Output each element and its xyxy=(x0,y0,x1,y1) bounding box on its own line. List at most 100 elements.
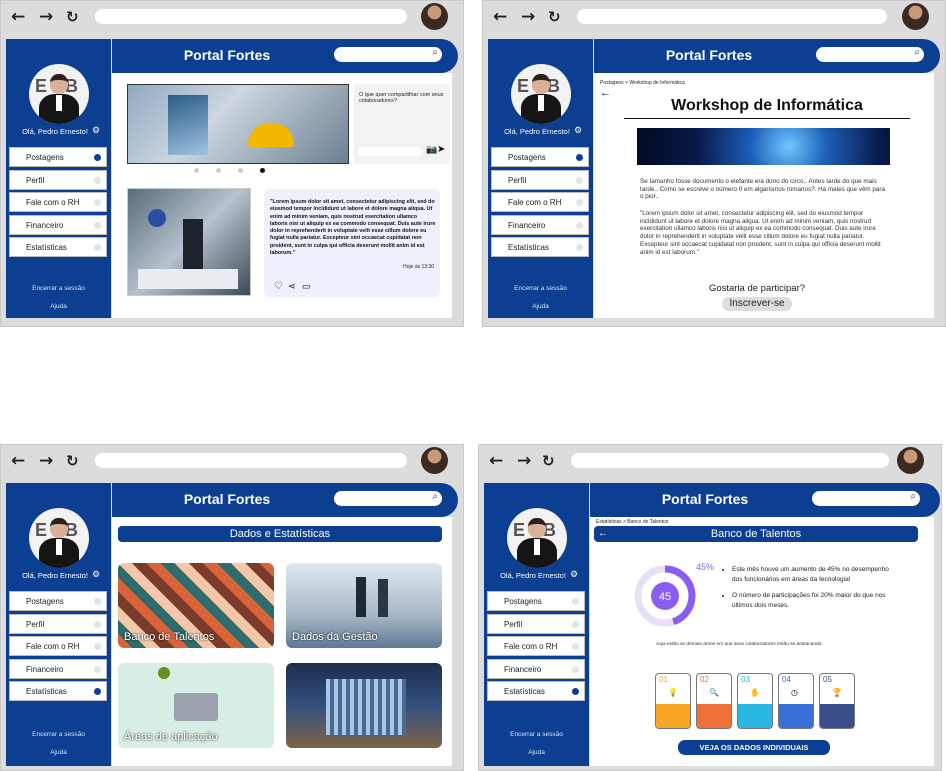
gear-icon[interactable]: ⚙ xyxy=(92,125,100,136)
sidebar-item-postagens[interactable]: Postagens xyxy=(9,147,107,167)
person-shape xyxy=(356,577,366,617)
logout-link[interactable]: Encerrar a sessão xyxy=(6,285,111,292)
carousel-dot[interactable] xyxy=(238,168,243,173)
search-icon[interactable]: ⌕ xyxy=(432,47,438,58)
search-input[interactable]: ⌕ xyxy=(334,491,442,506)
address-bar[interactable] xyxy=(577,9,887,24)
sidebar-item-perfil[interactable]: Perfil xyxy=(9,613,107,634)
address-bar[interactable] xyxy=(95,453,407,468)
sidebar-item-rh[interactable]: Fale com o RH xyxy=(487,636,585,656)
sidebar-item-financeiro[interactable]: Financeiro xyxy=(9,214,107,235)
sidebar-item-label: Estatísticas xyxy=(508,243,549,252)
sidebar-item-rh[interactable]: Fale com o RH xyxy=(491,192,589,212)
sidebar-item-estatisticas[interactable]: Estatísticas xyxy=(9,681,107,701)
back-arrow-icon[interactable]: ← xyxy=(11,8,25,26)
search-input[interactable]: ⌕ xyxy=(812,491,920,506)
individual-data-button[interactable]: VEJA OS DADOS INDIVIDUAIS xyxy=(678,740,830,755)
areas-steps: 01 💡 02 🔍 03 ✋ 04 ◷ 05 🏆 xyxy=(655,673,855,729)
carousel-dot[interactable] xyxy=(216,168,221,173)
back-arrow-icon[interactable]: ← xyxy=(598,526,608,542)
sidebar-item-perfil[interactable]: Perfil xyxy=(491,169,589,190)
back-arrow-icon[interactable]: ← xyxy=(489,452,503,470)
user-avatar-icon[interactable] xyxy=(897,447,924,474)
sidebar-item-rh[interactable]: Fale com o RH xyxy=(9,636,107,656)
donut-value: 45 xyxy=(659,591,671,603)
subscribe-button[interactable]: Inscrever-se xyxy=(722,297,792,311)
search-icon[interactable]: ⌕ xyxy=(432,491,438,502)
plant-shape xyxy=(158,667,170,679)
back-arrow-icon[interactable]: ← xyxy=(11,452,25,470)
heart-icon[interactable]: ♡ xyxy=(274,281,283,292)
compose-input[interactable] xyxy=(358,147,422,156)
gear-icon[interactable]: ⚙ xyxy=(574,125,582,136)
sidebar-item-postagens[interactable]: Postagens xyxy=(487,591,585,611)
sidebar-item-financeiro[interactable]: Financeiro xyxy=(487,658,585,679)
user-avatar-icon[interactable] xyxy=(902,3,929,30)
sidebar-item-perfil[interactable]: Perfil xyxy=(487,613,585,634)
forward-arrow-icon[interactable]: → xyxy=(39,8,53,26)
sidebar-item-perfil[interactable]: Perfil xyxy=(9,169,107,190)
reload-icon[interactable]: ↻ xyxy=(548,8,561,26)
step-card[interactable]: 03 ✋ xyxy=(737,673,773,729)
search-input[interactable]: ⌕ xyxy=(816,47,924,62)
forward-arrow-icon[interactable]: → xyxy=(39,452,53,470)
card-building[interactable] xyxy=(286,663,442,748)
sidebar-item-financeiro[interactable]: Financeiro xyxy=(9,658,107,679)
step-card[interactable]: 04 ◷ xyxy=(778,673,814,729)
logout-link[interactable]: Encerrar a sessão xyxy=(6,731,111,738)
carousel-dot-active[interactable] xyxy=(260,168,265,173)
camera-icon[interactable]: 📷 xyxy=(426,144,437,155)
sidebar-item-estatisticas[interactable]: Estatísticas xyxy=(487,681,585,701)
sidebar-item-financeiro[interactable]: Financeiro xyxy=(491,214,589,235)
help-link[interactable]: Ajuda xyxy=(6,749,111,756)
sidebar-item-rh[interactable]: Fale com o RH xyxy=(9,192,107,212)
share-icon[interactable]: ⋖ xyxy=(288,281,296,292)
sidebar-item-label: Financeiro xyxy=(26,664,64,674)
send-icon[interactable]: ➤ xyxy=(437,144,445,155)
search-icon[interactable]: ⌕ xyxy=(910,491,916,502)
breadcrumb[interactable]: Estatísticas > Banco de Talentos xyxy=(596,519,668,525)
card-dados-gestao[interactable]: Dados da Gestão xyxy=(286,563,442,648)
step-card[interactable]: 05 🏆 xyxy=(819,673,855,729)
sidebar: EBE Olá, Pedro Ernesto! ⚙ Postagens Perf… xyxy=(6,39,111,318)
indicator-dot xyxy=(576,244,583,251)
top-header: Portal Fortes ⌕ xyxy=(112,483,458,517)
logout-link[interactable]: Encerrar a sessão xyxy=(484,731,589,738)
compose-box[interactable]: O que quer compartilhar com seus colabor… xyxy=(354,84,450,164)
carousel-dot[interactable] xyxy=(194,168,199,173)
post-detail: Postagens > Workshop de Informática ← Wo… xyxy=(594,73,934,318)
comment-icon[interactable]: ▭ xyxy=(302,281,311,292)
help-link[interactable]: Ajuda xyxy=(6,303,111,310)
address-bar[interactable] xyxy=(95,9,407,24)
breadcrumb[interactable]: Postagens > Workshop de Informática xyxy=(600,80,685,86)
address-bar[interactable] xyxy=(571,453,889,468)
search-input[interactable]: ⌕ xyxy=(334,47,442,62)
user-avatar-icon[interactable] xyxy=(421,447,448,474)
step-card[interactable]: 02 🔍 xyxy=(696,673,732,729)
sidebar-item-label: Perfil xyxy=(504,619,523,629)
help-link[interactable]: Ajuda xyxy=(484,749,589,756)
bulb-icon: 💡 xyxy=(668,688,678,697)
back-arrow-icon[interactable]: ← xyxy=(493,8,507,26)
step-card[interactable]: 01 💡 xyxy=(655,673,691,729)
reload-icon[interactable]: ↻ xyxy=(542,452,555,470)
gear-icon[interactable]: ⚙ xyxy=(570,569,578,580)
card-areas-aplicacao[interactable]: Áreas de aplicação xyxy=(118,663,274,748)
reload-icon[interactable]: ↻ xyxy=(66,8,79,26)
forward-arrow-icon[interactable]: → xyxy=(521,8,535,26)
user-avatar-icon[interactable] xyxy=(421,3,448,30)
building-shape xyxy=(168,95,208,155)
forward-arrow-icon[interactable]: → xyxy=(517,452,531,470)
logout-link[interactable]: Encerrar a sessão xyxy=(488,285,593,292)
search-icon[interactable]: ⌕ xyxy=(914,47,920,58)
card-banco-talentos[interactable]: Banco de Talentos xyxy=(118,563,274,648)
reload-icon[interactable]: ↻ xyxy=(66,452,79,470)
help-link[interactable]: Ajuda xyxy=(488,303,593,310)
gear-icon[interactable]: ⚙ xyxy=(92,569,100,580)
carousel-dots[interactable] xyxy=(194,168,265,173)
sidebar-item-estatisticas[interactable]: Estatísticas xyxy=(9,237,107,257)
back-arrow-icon[interactable]: ← xyxy=(600,87,611,99)
sidebar-item-postagens[interactable]: Postagens xyxy=(9,591,107,611)
sidebar-item-estatisticas[interactable]: Estatísticas xyxy=(491,237,589,257)
sidebar-item-postagens[interactable]: Postagens xyxy=(491,147,589,167)
